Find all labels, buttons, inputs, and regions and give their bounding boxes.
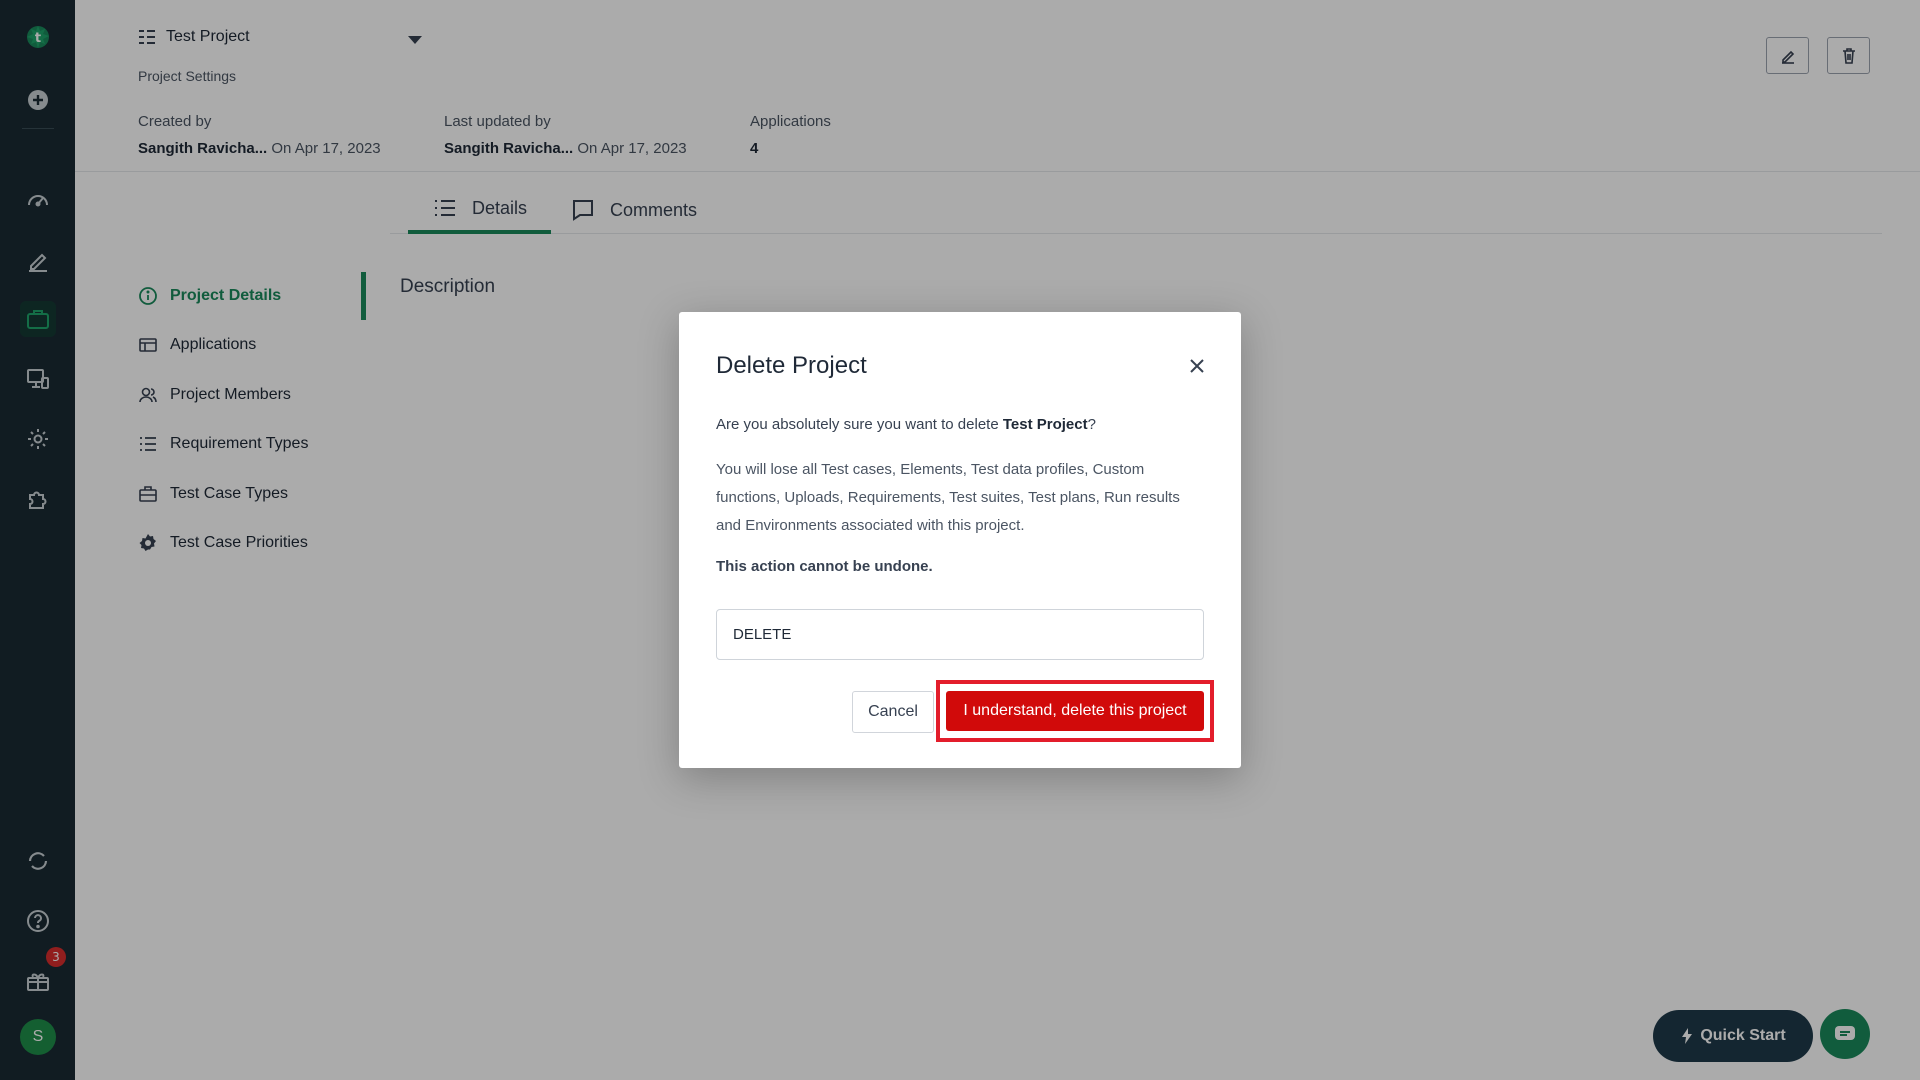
warning-text: You will lose all Test cases, Elements, … [716,461,1180,534]
undone-warning: This action cannot be undone. [716,558,933,575]
confirm-delete-input[interactable] [716,609,1204,660]
question-prefix: Are you absolutely sure you want to dele… [716,416,1003,433]
cancel-button[interactable]: Cancel [852,691,934,733]
confirm-delete-button[interactable]: I understand, delete this project [946,691,1204,731]
question-suffix: ? [1087,416,1096,433]
dialog-title: Delete Project [716,352,867,379]
question-project-name: Test Project [1002,416,1088,433]
delete-button-highlight: I understand, delete this project [936,680,1214,742]
close-icon[interactable] [1187,356,1207,376]
confirm-question: Are you absolutely sure you want to dele… [716,416,1206,433]
delete-project-dialog: Delete Project Are you absolutely sure y… [679,312,1241,768]
